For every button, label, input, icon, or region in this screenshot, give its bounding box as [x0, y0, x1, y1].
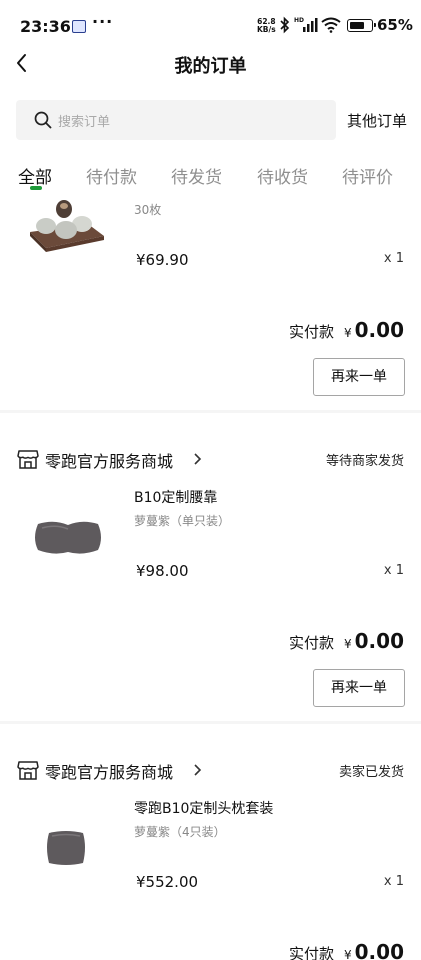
- tab-pending-payment[interactable]: 待付款: [86, 163, 137, 188]
- hd-label: HD: [294, 17, 304, 24]
- page-title: 我的订单: [174, 56, 247, 77]
- paid-label: 实付款: [288, 634, 334, 652]
- other-orders-link[interactable]: 其他订单: [347, 110, 407, 131]
- battery-icon: [347, 19, 376, 32]
- more-notifications-icon: ···: [92, 12, 114, 31]
- shop-name: 零跑官方服务商城: [45, 452, 174, 471]
- product-quantity: x 1: [383, 563, 404, 578]
- page-header: 我的订单: [0, 44, 421, 84]
- search-icon: [34, 111, 52, 129]
- battery-percentage: 65%: [377, 16, 413, 34]
- shop-header[interactable]: 零跑官方服务商城 等待商家发货: [0, 445, 421, 475]
- order-divider: [0, 721, 421, 724]
- paid-amount: 0.00: [354, 629, 404, 653]
- product-spec: 30枚: [134, 203, 162, 217]
- order-status: 卖家已发货: [338, 765, 404, 780]
- search-input[interactable]: 搜索订单: [16, 100, 336, 140]
- currency-symbol: ¥: [344, 326, 352, 340]
- order-status: 等待商家发货: [325, 454, 404, 469]
- product-thumbnail[interactable]: [44, 829, 88, 869]
- paid-label: 实付款: [288, 945, 334, 960]
- order-divider: [0, 410, 421, 413]
- product-quantity: x 1: [383, 874, 404, 889]
- shop-name: 零跑官方服务商城: [45, 763, 174, 782]
- store-icon: [17, 761, 39, 780]
- bluetooth-icon: [280, 16, 290, 34]
- tab-all[interactable]: 全部: [18, 163, 52, 188]
- product-name[interactable]: B10定制腰靠: [134, 487, 217, 507]
- network-speed: 62.8 KB/s: [257, 18, 276, 34]
- paid-amount-row: 实付款 ¥0.00: [289, 629, 404, 653]
- search-placeholder: 搜索订单: [58, 115, 111, 130]
- chevron-right-icon: [194, 453, 202, 465]
- currency-symbol: ¥: [344, 948, 352, 960]
- app-notification-icon: [72, 20, 86, 33]
- wifi-icon: [321, 17, 341, 33]
- tab-pending-review[interactable]: 待评价: [342, 163, 393, 188]
- reorder-button[interactable]: 再来一单: [313, 669, 405, 707]
- product-thumbnail[interactable]: [26, 196, 106, 252]
- paid-label: 实付款: [288, 323, 334, 341]
- paid-amount-row: 实付款 ¥0.00: [289, 318, 404, 342]
- product-price: ¥552.00: [136, 873, 199, 891]
- tab-pending-receipt[interactable]: 待收货: [257, 163, 308, 188]
- product-name[interactable]: 零跑B10定制头枕套装: [134, 798, 273, 818]
- product-quantity: x 1: [383, 251, 404, 266]
- status-time: 23:36: [20, 17, 71, 36]
- product-spec: 萝蔓紫（单只装）: [134, 514, 231, 528]
- product-price: ¥98.00: [136, 562, 189, 580]
- product-spec: 萝蔓紫（4只装）: [134, 825, 226, 839]
- store-icon: [17, 450, 39, 469]
- network-speed-unit: KB/s: [257, 25, 276, 34]
- shop-header[interactable]: 零跑官方服务商城 卖家已发货: [0, 756, 421, 786]
- paid-amount: 0.00: [354, 318, 404, 342]
- chevron-right-icon: [194, 764, 202, 776]
- paid-amount-row: 实付款 ¥0.00: [289, 940, 404, 960]
- currency-symbol: ¥: [344, 637, 352, 651]
- product-price: ¥69.90: [136, 251, 189, 269]
- tab-pending-shipment[interactable]: 待发货: [171, 163, 222, 188]
- product-thumbnail[interactable]: [32, 516, 104, 560]
- paid-amount: 0.00: [354, 940, 404, 960]
- cellular-signal-icon: HD: [294, 16, 318, 38]
- order-status-tabs: 全部 待付款 待发货 待收货 待评价: [0, 160, 421, 194]
- reorder-button[interactable]: 再来一单: [313, 358, 405, 396]
- active-tab-indicator: [30, 186, 42, 190]
